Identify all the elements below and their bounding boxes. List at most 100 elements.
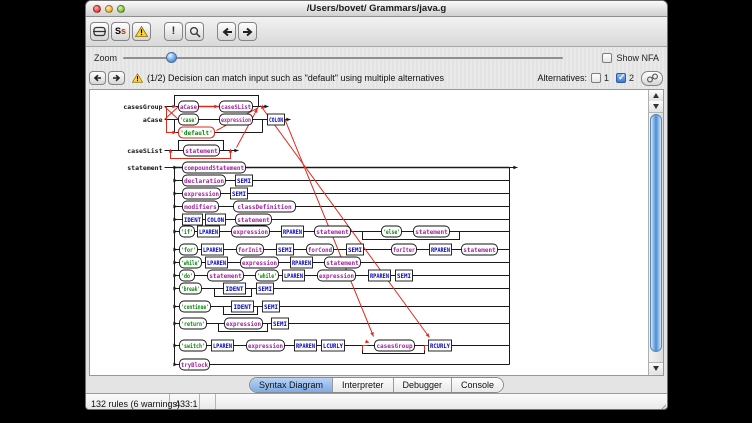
diagram-node-label: expression <box>242 260 277 267</box>
tab-interpreter[interactable]: Interpreter <box>333 378 394 392</box>
diagram-rule-label[interactable]: caseSList <box>127 147 162 155</box>
diagram-node-label: statement <box>237 217 270 224</box>
tab-debugger[interactable]: Debugger <box>394 378 453 392</box>
diagram-node-label: statement <box>209 273 242 280</box>
diagram-node-label: LPAREN <box>203 247 222 254</box>
diagram-rule-label[interactable]: aCase <box>143 116 163 124</box>
syntax-diagram-canvas[interactable]: aCase caseSList 'case' expression COLON 'defa… <box>89 89 664 376</box>
diagram-node-label: 'break' <box>181 286 200 293</box>
go-back-button[interactable] <box>217 22 236 41</box>
scroll-down-button[interactable] <box>649 101 663 113</box>
diagram-arrowhead <box>286 118 290 122</box>
diagram-node-label: SEMI <box>258 286 272 293</box>
diagram-node-label: RPAREN <box>296 343 315 350</box>
diagram-node-label: SEMI <box>273 321 287 328</box>
diagram-node-label: forInit <box>238 247 262 254</box>
diagram-arrowhead <box>173 322 177 326</box>
editor-toggle-button[interactable] <box>90 22 109 41</box>
diagram-node-label: statement <box>463 247 496 254</box>
railroad-diagram[interactable]: aCase caseSList 'case' expression COLON 'defa… <box>90 90 652 376</box>
diagram-node-label: statement <box>415 229 448 236</box>
resize-grip[interactable] <box>656 403 666 410</box>
show-nfa-checkbox[interactable] <box>602 53 612 63</box>
diagram-node-label: 'case' <box>180 117 197 124</box>
alternative-option-1: 1 <box>591 73 609 83</box>
vertical-scrollbar[interactable] <box>648 90 663 375</box>
warning-row: (1/2) Decision can match input such as "… <box>86 68 667 89</box>
up-arrow-icon <box>653 93 659 98</box>
diagram-rule-label[interactable]: casesGroup <box>123 103 162 111</box>
view-tabs: Syntax DiagramInterpreterDebuggerConsole <box>249 377 504 393</box>
diagram-node-label: expression <box>248 343 283 350</box>
diagram-node-label: 'switch' <box>181 343 205 350</box>
diagram-arrowhead <box>173 205 177 209</box>
tab-console[interactable]: Console <box>452 378 503 392</box>
diagram-node-label: 'for' <box>181 247 196 254</box>
next-warning-button[interactable] <box>108 71 125 85</box>
diagram-node-label: statement <box>326 260 359 267</box>
diagram-node-label: 'else' <box>383 229 400 236</box>
diagram-node-label: IDENT <box>225 286 243 293</box>
scroll-down-button-bottom[interactable] <box>649 362 663 374</box>
warning-message: (1/2) Decision can match input such as "… <box>147 73 444 83</box>
previous-warning-button[interactable] <box>89 71 106 85</box>
down-arrow-icon <box>653 366 659 371</box>
warnings-button[interactable] <box>132 22 151 41</box>
close-button[interactable] <box>93 5 101 13</box>
find-button[interactable] <box>185 22 204 41</box>
diagram-arrowhead <box>173 192 177 196</box>
status-bar: 132 rules (6 warnings)433:1 <box>86 393 667 410</box>
goto-rule-link-button[interactable] <box>641 71 663 86</box>
diagram-arrowhead <box>173 287 177 291</box>
scrollbar-thumb[interactable] <box>650 114 662 352</box>
diagram-node-label: expression <box>233 229 268 236</box>
diagram-node-label: 'if' <box>181 229 193 236</box>
diagram-node-label: RPAREN <box>370 273 389 280</box>
diagram-node-label: SEMI <box>237 178 251 185</box>
diagram-node-label: SEMI <box>232 191 246 198</box>
diagram-node-label: caseSList <box>221 104 251 111</box>
diagram-arrowhead <box>173 230 177 234</box>
diagram-node-label: casesGroup <box>376 343 413 350</box>
zoom-slider-knob[interactable] <box>166 52 177 63</box>
diagram-node-label: classDefinition <box>237 204 292 211</box>
alternative-1-label: 1 <box>604 73 609 83</box>
alternative-2-checkbox[interactable] <box>616 73 626 83</box>
diagram-node-label: 'return' <box>181 321 205 328</box>
diagram-rule-label[interactable]: statement <box>127 164 162 172</box>
alternative-1-checkbox[interactable] <box>591 73 601 83</box>
warning-icon <box>135 26 148 37</box>
diagram-node-label: SEMI <box>397 273 411 280</box>
diagram-node-label: forCond <box>308 247 332 254</box>
check-grammar-button[interactable]: ! <box>164 22 183 41</box>
zoom-label: Zoom <box>94 53 117 63</box>
diagram-node-label: RPAREN <box>283 229 302 236</box>
diagram-arrowhead <box>264 105 268 109</box>
title-bar[interactable]: /Users/bovet/ Grammars/java.g <box>86 1 667 17</box>
tab-syntax-diagram[interactable]: Syntax Diagram <box>250 378 333 392</box>
sort-rules-button[interactable]: Ss <box>111 22 130 41</box>
diagram-node-label: expression <box>221 117 251 124</box>
back-arrow-icon <box>93 74 102 82</box>
diagram-node-label: 'while' <box>257 273 277 280</box>
back-arrow-icon <box>221 27 233 37</box>
diagram-node-label: COLON <box>207 217 224 224</box>
diagram-node-label: modifiers <box>184 204 217 211</box>
diagram-node-label: tryBlock <box>181 362 208 369</box>
search-icon <box>189 26 201 38</box>
diagram-node-label: aCase <box>180 104 197 111</box>
minimize-button[interactable] <box>105 5 113 13</box>
diagram-node-label: declaration <box>184 178 224 185</box>
go-forward-button[interactable] <box>238 22 257 41</box>
diagram-node-label: 'default' <box>180 130 213 137</box>
diagram-node-label: 'continue' <box>181 304 209 311</box>
diagram-node-label: SEMI <box>264 304 278 311</box>
zoom-slider[interactable] <box>123 52 563 64</box>
status-rules-count: 132 rules (6 warnings) <box>86 394 170 410</box>
forward-arrow-icon <box>242 27 254 37</box>
diagram-node-label: RPAREN <box>431 247 450 254</box>
diagram-node-label: expression <box>226 321 261 328</box>
toolbar-group-nav <box>217 22 257 41</box>
sort-rules-icon: Ss <box>115 27 126 36</box>
zoom-window-button[interactable] <box>117 5 125 13</box>
